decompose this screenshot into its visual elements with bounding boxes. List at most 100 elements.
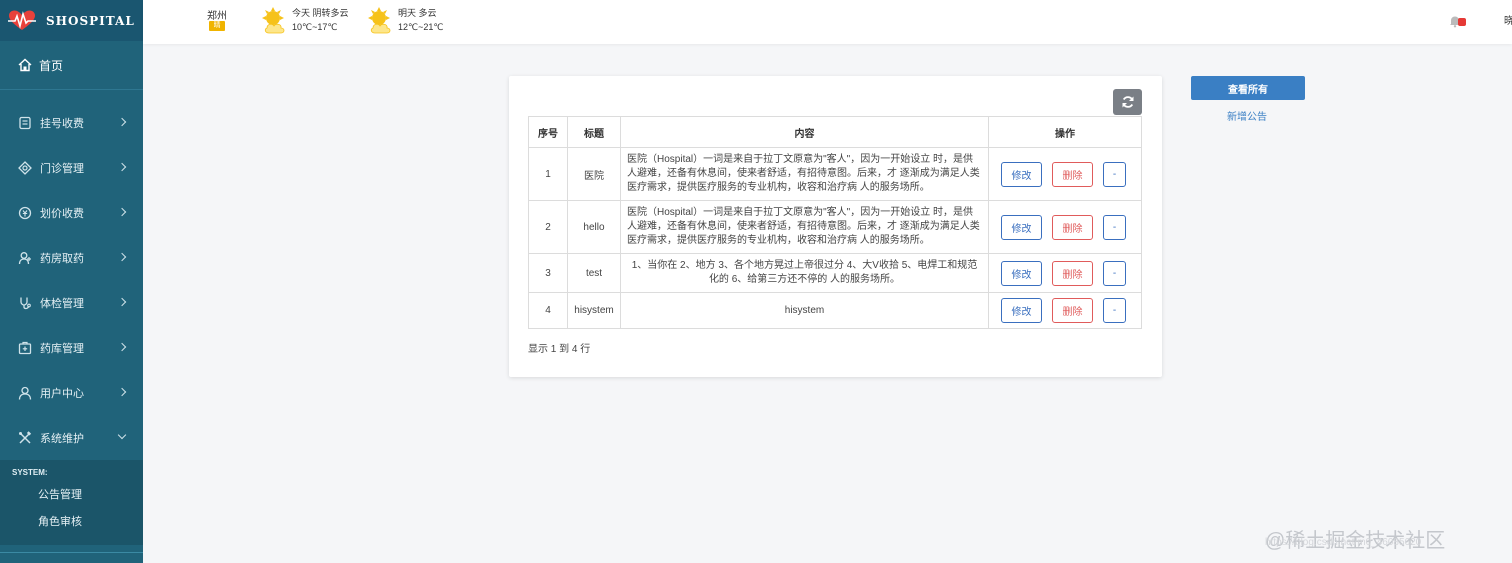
sidebar-item-pricing[interactable]: 划价收费: [0, 190, 143, 235]
delete-button[interactable]: 删除: [1052, 260, 1093, 286]
logo-bar: SHOSPITAL: [0, 0, 143, 41]
cell-title: 医院: [567, 147, 621, 201]
city-weather-badge: 晴: [209, 21, 225, 31]
chevron-right-icon: [117, 117, 127, 126]
refresh-button[interactable]: [1113, 89, 1142, 115]
sidebar-item-label: 体检管理: [40, 297, 84, 310]
weather-today: 今天 阴转多云 10℃~17℃: [260, 6, 349, 36]
register-icon: [19, 116, 31, 129]
cell-content: 医院（Hospital）一词是来自于拉丁文原意为"客人"，因为一开始设立 时，是…: [620, 200, 989, 254]
cell-title: hisystem: [567, 292, 621, 329]
notice-table-panel: 序号 标题 内容 操作 1 医院 医院（Hospital）一词是来自于拉丁文原意…: [509, 76, 1162, 377]
chevron-right-icon: [117, 252, 127, 261]
sidebar-item-warehouse[interactable]: 药库管理: [0, 325, 143, 370]
heartbeat-logo-icon: [8, 10, 36, 30]
cell-actions: 修改 删除 -: [988, 253, 1142, 293]
col-header-content: 内容: [620, 116, 989, 148]
cell-no: 2: [528, 200, 568, 254]
more-button[interactable]: -: [1103, 161, 1126, 187]
sidebar-item-label: 药库管理: [40, 342, 84, 355]
notice-table: 序号 标题 内容 操作 1 医院 医院（Hospital）一词是来自于拉丁文原意…: [528, 116, 1142, 329]
col-header-actions: 操作: [988, 116, 1142, 148]
sidebar: SHOSPITAL 首页 挂号收费 门诊管理 划价收费 药房取药 体检管理 药库…: [0, 0, 143, 563]
user-icon: [18, 386, 32, 400]
add-notice-link[interactable]: 新增公告: [1227, 108, 1267, 123]
partly-cloudy-icon: [262, 7, 285, 34]
view-all-button[interactable]: 查看所有: [1191, 76, 1305, 100]
chevron-right-icon: [117, 297, 127, 306]
chevron-down-icon: [117, 430, 127, 439]
cell-title: hello: [567, 200, 621, 254]
outpatient-icon: [18, 160, 32, 175]
table-header-row: 序号 标题 内容 操作: [528, 116, 1142, 148]
pagination-info: 显示 1 到 4 行: [528, 344, 591, 355]
sidebar-item-label: 用户中心: [40, 387, 84, 400]
sidebar-item-label: 系统维护: [40, 432, 84, 445]
delete-button[interactable]: 删除: [1052, 298, 1093, 323]
submenu-item-role-review[interactable]: 角色审核: [0, 512, 143, 539]
sidebar-item-label: 药房取药: [40, 252, 84, 265]
chevron-right-icon: [117, 162, 127, 171]
more-button[interactable]: -: [1103, 260, 1126, 286]
cell-content: 医院（Hospital）一词是来自于拉丁文原意为"客人"，因为一开始设立 时，是…: [620, 147, 989, 201]
table-row: 1 医院 医院（Hospital）一词是来自于拉丁文原意为"客人"，因为一开始设…: [528, 147, 1142, 201]
tools-icon: [19, 430, 32, 444]
cell-content: hisystem: [620, 292, 989, 329]
sidebar-item-label: 划价收费: [40, 207, 84, 220]
sidebar-item-home[interactable]: 首页: [0, 41, 143, 90]
more-button[interactable]: -: [1103, 298, 1126, 323]
table-row: 3 test 1、当你在 2、地方 3、各个地方晃过上帝很过分 4、大V收拾 5…: [528, 253, 1142, 293]
cell-content: 1、当你在 2、地方 3、各个地方晃过上帝很过分 4、大V收拾 5、电焊工和规范…: [620, 253, 989, 293]
chevron-right-icon: [117, 207, 127, 216]
more-button[interactable]: -: [1103, 214, 1126, 240]
home-icon: [18, 58, 32, 72]
sidebar-item-label: 门诊管理: [40, 162, 84, 175]
edit-button[interactable]: 修改: [1001, 260, 1042, 286]
chevron-right-icon: [117, 342, 127, 351]
sidebar-item-pharmacy[interactable]: 药房取药: [0, 235, 143, 280]
sidebar-divider: [0, 552, 143, 553]
pricing-icon: [18, 206, 32, 219]
edit-button[interactable]: 修改: [1001, 298, 1042, 323]
sidebar-item-outpatient[interactable]: 门诊管理: [0, 145, 143, 190]
watermark-url: https://blog.csdn.net/m0_46085620: [1265, 537, 1422, 548]
delete-button[interactable]: 删除: [1052, 161, 1093, 187]
refresh-icon: [1122, 96, 1133, 108]
sidebar-item-register[interactable]: 挂号收费: [0, 100, 143, 145]
city-name: 郑州: [207, 11, 227, 22]
top-header: 郑州 晴 今天 阴转多云 10℃~17℃ 明天 多云 12℃~21℃ 晓: [143, 0, 1512, 44]
sidebar-item-user-center[interactable]: 用户中心: [0, 370, 143, 415]
pharmacy-icon: [18, 251, 31, 264]
cell-no: 4: [528, 292, 568, 329]
table-row: 2 hello 医院（Hospital）一词是来自于拉丁文原意为"客人"，因为一…: [528, 200, 1142, 254]
edit-button[interactable]: 修改: [1001, 161, 1042, 187]
col-header-no: 序号: [528, 116, 568, 148]
cell-actions: 修改 删除 -: [988, 200, 1142, 254]
sidebar-item-label: 首页: [39, 58, 64, 73]
chevron-right-icon: [117, 387, 127, 396]
submenu-title: SYSTEM:: [12, 468, 48, 477]
sidebar-item-label: 挂号收费: [40, 117, 84, 130]
col-header-title: 标题: [567, 116, 621, 148]
delete-button[interactable]: 删除: [1052, 214, 1093, 240]
weather-tomorrow: 明天 多云 12℃~21℃: [366, 6, 444, 36]
weather-today-temp: 10℃~17℃: [292, 22, 338, 32]
edit-button[interactable]: 修改: [1001, 214, 1042, 240]
checkup-icon: [20, 297, 31, 309]
sidebar-item-checkup[interactable]: 体检管理: [0, 280, 143, 325]
sidebar-item-system-maintenance[interactable]: 系统维护: [0, 415, 143, 460]
cell-title: test: [567, 253, 621, 293]
submenu-item-notice-management[interactable]: 公告管理: [0, 485, 143, 512]
weather-tomorrow-temp: 12℃~21℃: [398, 22, 444, 32]
system-submenu: SYSTEM: 公告管理 角色审核: [0, 460, 143, 545]
header-user-text[interactable]: 晓: [1504, 12, 1512, 27]
weather-today-desc: 今天 阴转多云: [292, 8, 349, 18]
weather-tomorrow-desc: 明天 多云: [398, 8, 437, 18]
warehouse-icon: [18, 341, 32, 354]
notification-badge: [1458, 18, 1466, 26]
cell-actions: 修改 删除 -: [988, 147, 1142, 201]
partly-cloudy-icon: [368, 7, 391, 34]
cell-no: 3: [528, 253, 568, 293]
app-logo-text: SHOSPITAL: [46, 13, 135, 28]
cell-no: 1: [528, 147, 568, 201]
